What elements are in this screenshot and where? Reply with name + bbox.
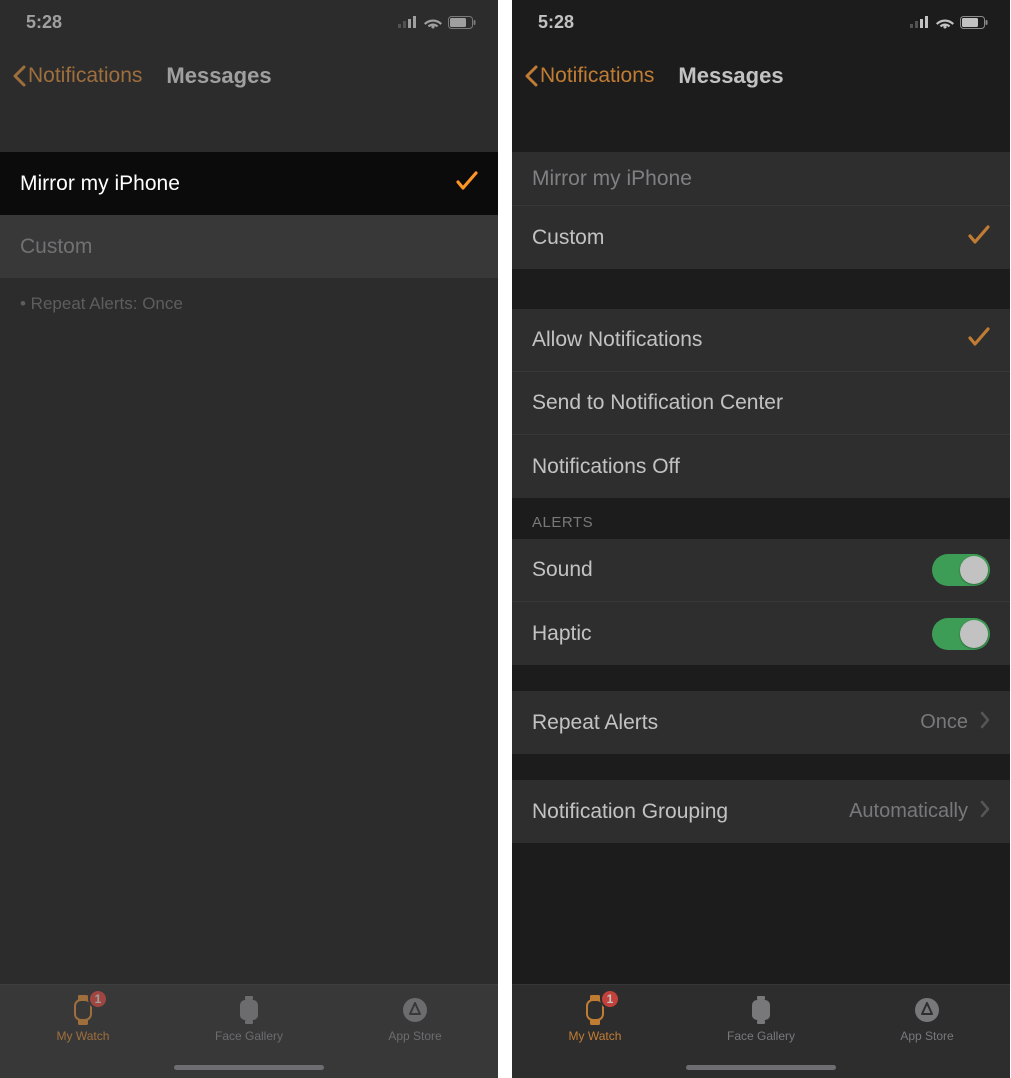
- row-send-notification-center[interactable]: Send to Notification Center: [512, 372, 1010, 435]
- back-label: Notifications: [540, 64, 654, 88]
- tab-app-store-label: App Store: [900, 1029, 953, 1043]
- back-button[interactable]: Notifications: [12, 64, 142, 88]
- toggle-knob: [960, 556, 988, 584]
- cellular-icon: [398, 16, 418, 28]
- tab-badge: 1: [600, 989, 620, 1009]
- spacer: [512, 108, 1010, 152]
- row-mirror-iphone[interactable]: Mirror my iPhone: [0, 152, 498, 215]
- home-indicator[interactable]: [686, 1065, 836, 1070]
- toggle-knob: [960, 620, 988, 648]
- nav-title: Messages: [166, 63, 271, 89]
- hint-repeat-alerts: • Repeat Alerts: Once: [0, 278, 498, 330]
- row-haptic-label: Haptic: [532, 622, 592, 646]
- row-custom-label: Custom: [20, 235, 92, 259]
- wifi-icon: [936, 16, 954, 29]
- spacer: [512, 843, 1010, 984]
- row-notification-grouping[interactable]: Notification Grouping Automatically: [512, 780, 1010, 843]
- chevron-right-icon: [980, 711, 990, 735]
- toggle-sound[interactable]: [932, 554, 990, 586]
- chevron-left-icon: [12, 65, 26, 87]
- cellular-icon: [910, 16, 930, 28]
- status-time: 5:28: [26, 12, 62, 33]
- row-repeat-alerts-value: Once: [920, 711, 968, 734]
- row-repeat-alerts[interactable]: Repeat Alerts Once: [512, 691, 1010, 754]
- row-notification-grouping-value: Automatically: [849, 800, 968, 823]
- hint-prefix: • Repeat Alerts:: [20, 294, 142, 313]
- app-store-icon: [402, 995, 428, 1025]
- app-store-icon: [914, 995, 940, 1025]
- row-allow-notifications-label: Allow Notifications: [532, 328, 702, 352]
- back-button[interactable]: Notifications: [524, 64, 654, 88]
- spacer: [512, 754, 1010, 780]
- row-mirror-iphone-label: Mirror my iPhone: [20, 172, 180, 196]
- tab-my-watch[interactable]: 1 My Watch: [0, 985, 166, 1078]
- nav-bar: Notifications Messages: [0, 44, 498, 108]
- watch-icon: 1: [582, 995, 608, 1025]
- tab-bar: 1 My Watch Face Gallery App Store: [512, 984, 1010, 1078]
- chevron-left-icon: [524, 65, 538, 87]
- checkmark-icon: [456, 170, 478, 198]
- back-label: Notifications: [28, 64, 142, 88]
- battery-icon: [448, 16, 476, 29]
- row-repeat-alerts-label: Repeat Alerts: [532, 711, 658, 735]
- tab-app-store[interactable]: App Store: [332, 985, 498, 1078]
- status-bar: 5:28: [0, 0, 498, 44]
- spacer: [0, 330, 498, 984]
- wifi-icon: [424, 16, 442, 29]
- content-area: Mirror my iPhone Custom Allow Notificati…: [512, 108, 1010, 984]
- face-gallery-icon: [749, 995, 773, 1025]
- checkmark-icon: [968, 326, 990, 354]
- status-bar: 5:28: [512, 0, 1010, 44]
- status-icons: [910, 16, 988, 29]
- spacer: [512, 269, 1010, 309]
- tab-app-store-label: App Store: [388, 1029, 441, 1043]
- phone-screen-right: 5:28 Notifications Messages Mirror my iP…: [512, 0, 1010, 1078]
- section-header-alerts: ALERTS: [512, 498, 1010, 539]
- row-sound[interactable]: Sound: [512, 539, 1010, 602]
- tab-my-watch-label: My Watch: [57, 1029, 110, 1043]
- nav-title: Messages: [678, 63, 783, 89]
- status-time: 5:28: [538, 12, 574, 33]
- tab-app-store[interactable]: App Store: [844, 985, 1010, 1078]
- spacer: [512, 665, 1010, 691]
- row-custom[interactable]: Custom: [512, 206, 1010, 269]
- content-area: Mirror my iPhone Custom • Repeat Alerts:…: [0, 108, 498, 984]
- row-mirror-iphone-label: Mirror my iPhone: [532, 167, 692, 191]
- tab-bar: 1 My Watch Face Gallery App Store: [0, 984, 498, 1078]
- tab-face-gallery-label: Face Gallery: [727, 1029, 795, 1043]
- row-notifications-off-label: Notifications Off: [532, 455, 680, 479]
- toggle-haptic[interactable]: [932, 618, 990, 650]
- watch-icon: 1: [70, 995, 96, 1025]
- row-allow-notifications[interactable]: Allow Notifications: [512, 309, 1010, 372]
- row-notification-grouping-label: Notification Grouping: [532, 800, 728, 824]
- tab-my-watch-label: My Watch: [569, 1029, 622, 1043]
- nav-bar: Notifications Messages: [512, 44, 1010, 108]
- home-indicator[interactable]: [174, 1065, 324, 1070]
- tab-badge: 1: [88, 989, 108, 1009]
- status-icons: [398, 16, 476, 29]
- tab-face-gallery-label: Face Gallery: [215, 1029, 283, 1043]
- row-send-notification-center-label: Send to Notification Center: [532, 391, 783, 415]
- battery-icon: [960, 16, 988, 29]
- row-custom-label: Custom: [532, 226, 604, 250]
- chevron-right-icon: [980, 800, 990, 824]
- row-mirror-iphone[interactable]: Mirror my iPhone: [512, 152, 1010, 206]
- tab-my-watch[interactable]: 1 My Watch: [512, 985, 678, 1078]
- checkmark-icon: [968, 224, 990, 252]
- row-notifications-off[interactable]: Notifications Off: [512, 435, 1010, 498]
- phone-screen-left: 5:28 Notifications Messages Mirror my iP…: [0, 0, 498, 1078]
- row-sound-label: Sound: [532, 558, 593, 582]
- row-haptic[interactable]: Haptic: [512, 602, 1010, 665]
- row-custom[interactable]: Custom: [0, 215, 498, 278]
- hint-value: Once: [142, 294, 183, 313]
- face-gallery-icon: [237, 995, 261, 1025]
- spacer: [0, 108, 498, 152]
